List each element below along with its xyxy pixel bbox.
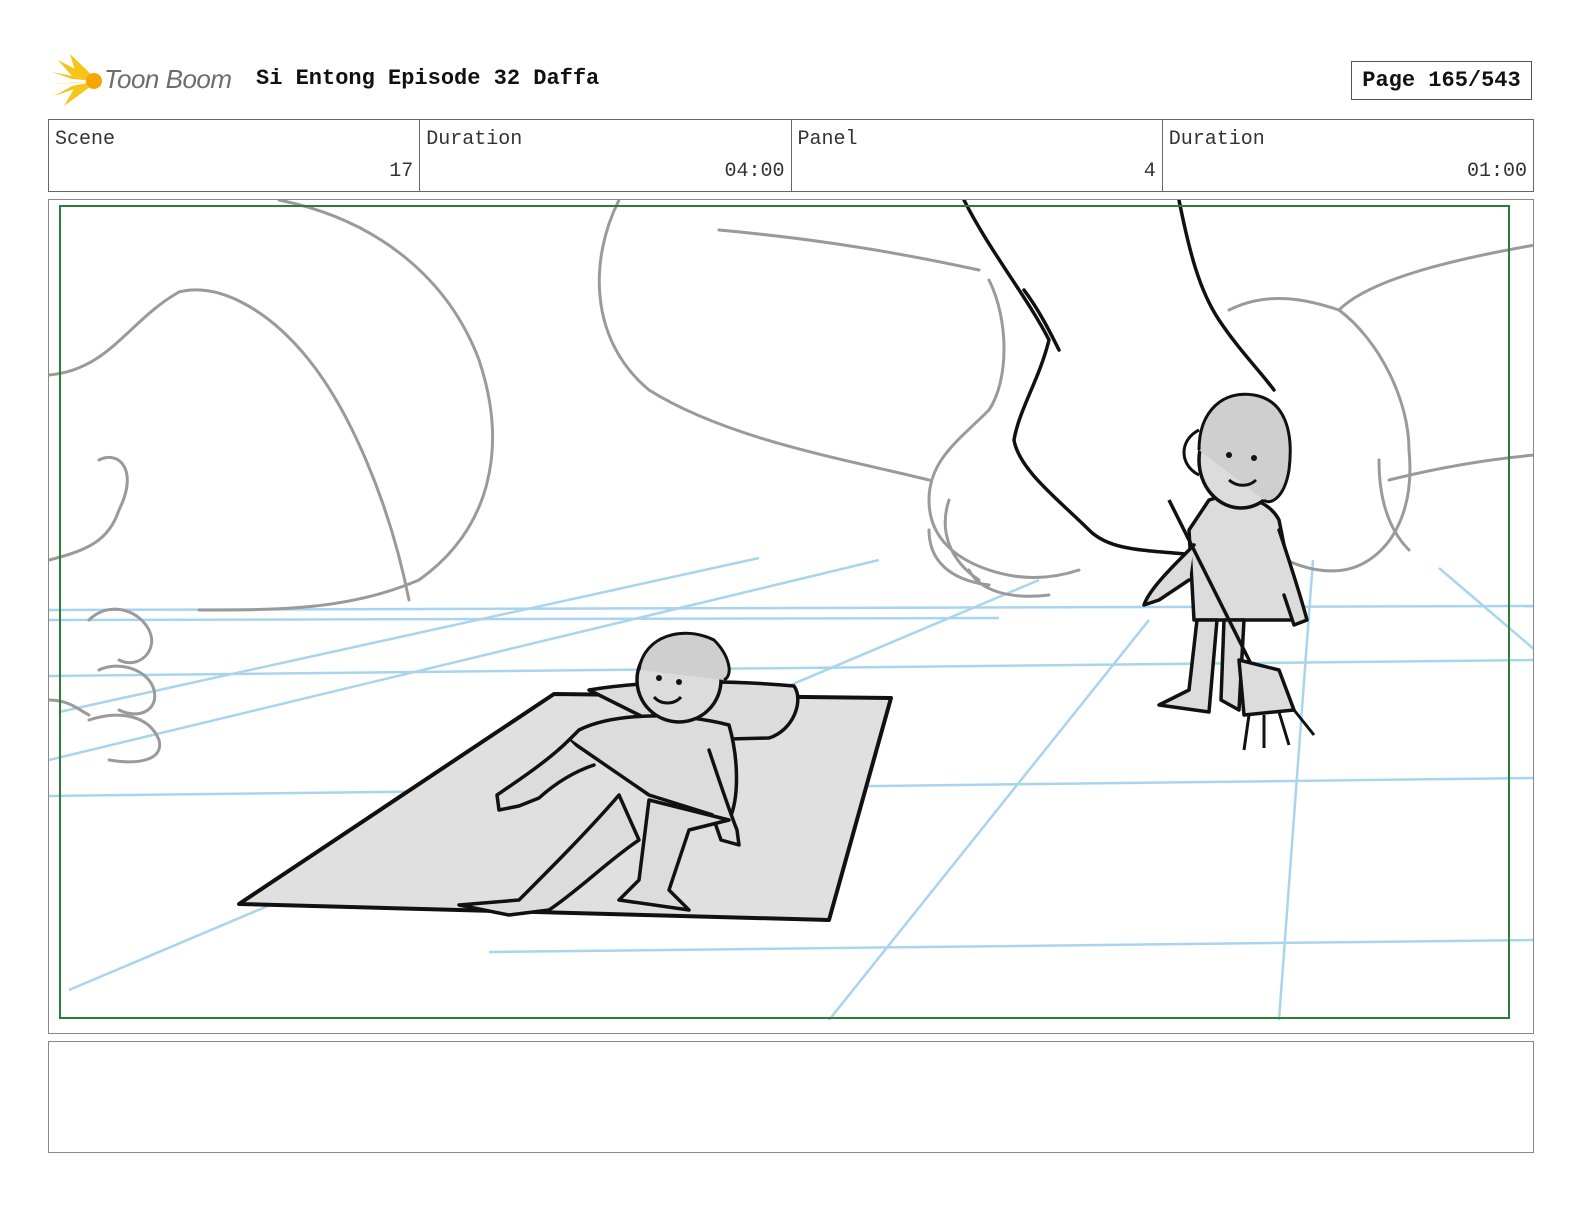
starburst-icon [50, 54, 102, 106]
lying-child-on-mat [237, 631, 893, 922]
panel-duration-value: 01:00 [1466, 160, 1527, 183]
document-title: Si Entong Episode 32 Daffa [256, 66, 600, 91]
panel-sketch [49, 200, 1533, 1021]
standing-child-with-broom [1142, 392, 1316, 751]
scene-duration-label: Duration [426, 128, 523, 151]
scene-label: Scene [55, 128, 116, 151]
panel-value: 4 [1143, 160, 1156, 183]
scene-value: 17 [389, 160, 414, 183]
panel-label: Panel [797, 128, 858, 151]
panel-duration-cell: Duration 01:00 [1163, 120, 1533, 191]
panel-duration-label: Duration [1168, 128, 1265, 151]
rough-hands-sketch [49, 200, 1533, 764]
notes-box [48, 1041, 1534, 1153]
scene-duration-value: 04:00 [724, 160, 785, 183]
scene-duration-cell: Duration 04:00 [420, 120, 792, 191]
storyboard-panel [48, 199, 1534, 1034]
panel-info-table: Scene 17 Duration 04:00 Panel 4 Duration… [48, 119, 1534, 192]
page-counter: Page 165/543 [1351, 61, 1532, 100]
panel-cell: Panel 4 [792, 120, 1163, 191]
toon-boom-logo: Toon Boom [50, 54, 240, 108]
scene-cell: Scene 17 [49, 120, 421, 191]
logo-wordmark: Toon Boom [104, 64, 232, 94]
